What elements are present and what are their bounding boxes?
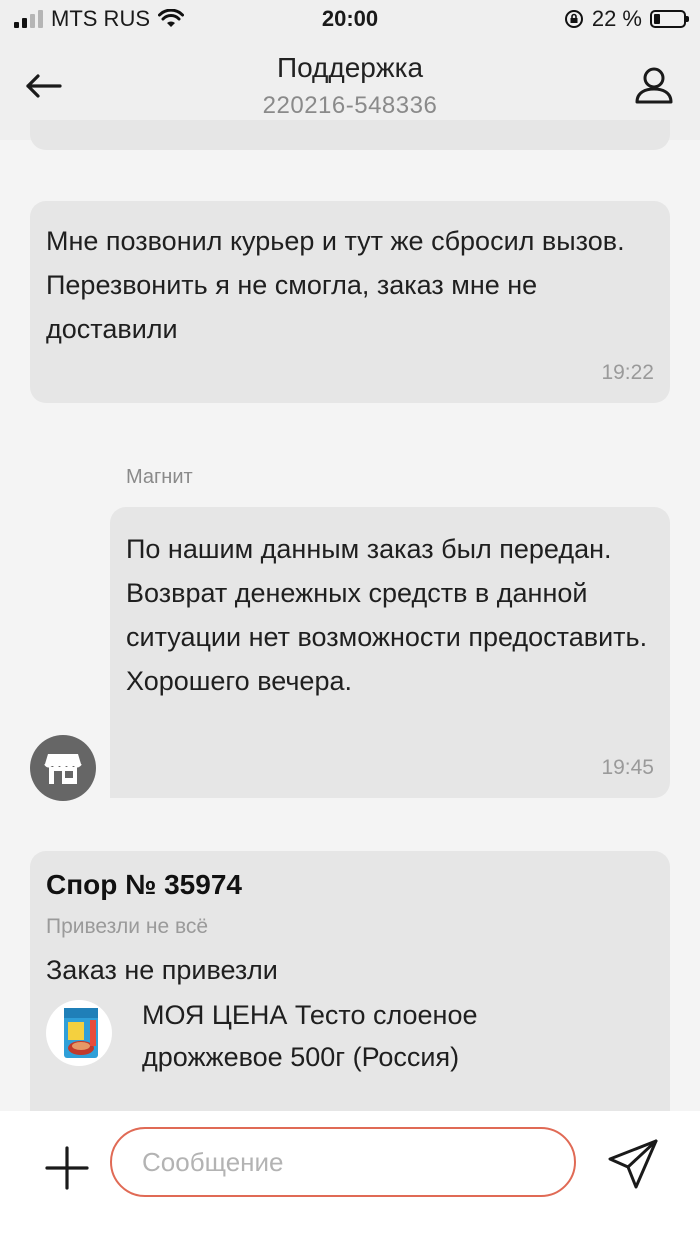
dispute-description: Заказ не привезли — [46, 955, 278, 985]
chat-ticket-number: 220216-548336 — [262, 92, 438, 119]
dispute-product[interactable]: МОЯ ЦЕНА Тесто слоеное дрожжевое 500г (Р… — [46, 1000, 654, 1090]
dispute-title: Спор № 35974 — [46, 869, 242, 900]
status-right: 22 % — [564, 6, 689, 32]
message-input[interactable] — [110, 1127, 576, 1197]
message-time: 19:45 — [601, 756, 654, 779]
orientation-lock-icon — [564, 10, 583, 28]
store-icon — [44, 754, 82, 784]
product-name: МОЯ ЦЕНА Тесто слоеное дрожжевое 500г (Р… — [142, 1000, 478, 1072]
chat-title: Поддержка — [276, 52, 424, 83]
message-composer — [0, 1111, 700, 1245]
previous-message-bubble — [30, 120, 670, 150]
status-bar: MTS RUS 20:00 22 % — [0, 0, 700, 40]
battery-icon — [650, 10, 689, 28]
product-image — [46, 1000, 112, 1066]
message-text: По нашим данным заказ был передан. Возвр… — [126, 534, 648, 696]
dispute-card[interactable]: Спор № 35974 Привезли не всё Заказ не пр… — [30, 851, 670, 1141]
message-time: 19:22 — [601, 361, 654, 384]
message-bubble-support: По нашим данным заказ был передан. Возвр… — [110, 507, 670, 798]
message-text: Мне позвонил курьер и тут же сбросил выз… — [46, 226, 625, 344]
send-icon[interactable] — [606, 1137, 660, 1191]
message-bubble-user: Мне позвонил курьер и тут же сбросил выз… — [30, 201, 670, 403]
user-icon[interactable] — [632, 64, 676, 108]
dispute-reason: Привезли не всё — [46, 915, 209, 938]
plus-icon[interactable] — [44, 1145, 90, 1191]
battery-percent: 22 % — [591, 6, 642, 31]
message-sender-name: Магнит — [126, 466, 193, 488]
support-avatar — [30, 735, 96, 801]
